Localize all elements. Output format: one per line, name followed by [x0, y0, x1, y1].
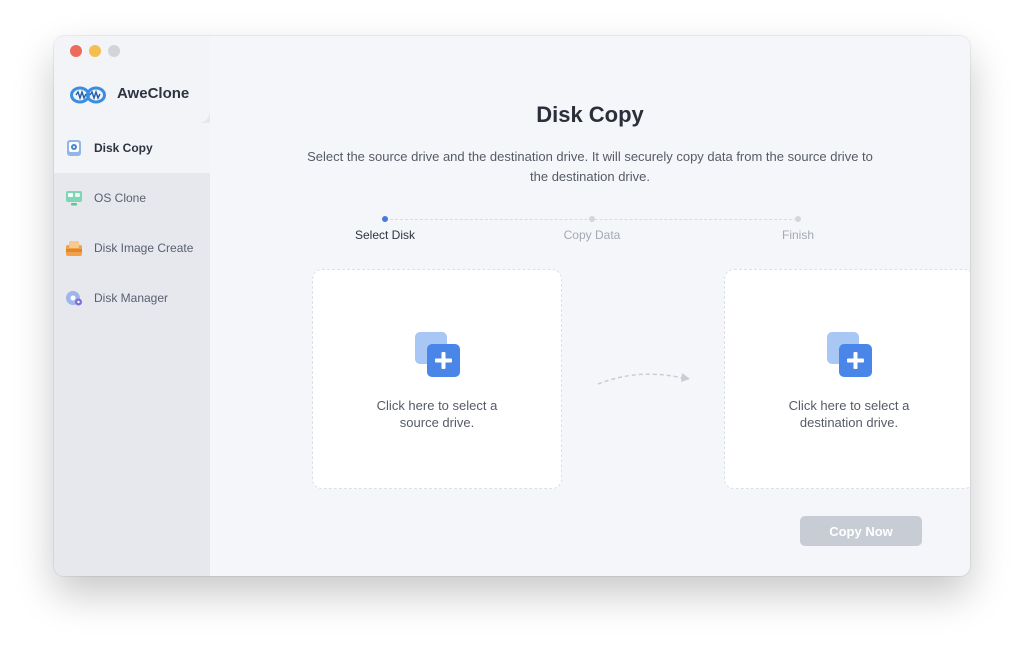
- step-dot-finish: [795, 216, 801, 222]
- os-clone-icon: [66, 191, 82, 206]
- sidebar-item-label: Disk Image Create: [94, 241, 194, 255]
- destination-drive-selector[interactable]: Click here to select a destination drive…: [724, 269, 970, 489]
- zoom-window-button[interactable]: [108, 45, 120, 57]
- disk-image-icon: [66, 241, 82, 256]
- app-name: AweClone: [117, 85, 190, 102]
- add-drive-icon: [415, 332, 460, 377]
- sidebar-item-label: Disk Manager: [94, 291, 169, 305]
- page-description: Select the source drive and the destinat…: [307, 149, 873, 184]
- close-window-button[interactable]: [70, 45, 82, 57]
- aweclone-logo-icon: [70, 86, 106, 104]
- page-title: Disk Copy: [536, 102, 644, 127]
- sidebar-item-disk-image-create[interactable]: Disk Image Create: [54, 223, 210, 273]
- sidebar-item-label: Disk Copy: [94, 141, 153, 155]
- main-content: Disk Copy Select the source drive and th…: [210, 36, 970, 576]
- copy-now-button[interactable]: Copy Now: [800, 516, 922, 546]
- progress-steps: Select Disk Copy Data Finish: [210, 214, 970, 244]
- window-controls: [70, 45, 120, 57]
- sidebar-item-disk-manager[interactable]: Disk Manager: [54, 273, 210, 323]
- step-copy-data: Copy Data: [563, 228, 621, 242]
- copy-direction-arrow-icon: [597, 373, 690, 385]
- disk-copy-icon: [67, 140, 81, 156]
- destination-drive-hint: Click here to select a destination drive…: [788, 398, 910, 430]
- source-drive-hint: Click here to select a source drive.: [376, 398, 498, 430]
- sidebar: AweClone Disk Copy OS Clone Disk Image C…: [54, 36, 210, 576]
- step-dot-copy-data: [589, 216, 595, 222]
- app-window: AweClone Disk Copy OS Clone Disk Image C…: [54, 36, 970, 576]
- source-drive-selector[interactable]: Click here to select a source drive.: [312, 269, 562, 489]
- step-dot-select-disk: [382, 216, 388, 222]
- sidebar-item-os-clone[interactable]: OS Clone: [54, 173, 210, 223]
- minimize-window-button[interactable]: [89, 45, 101, 57]
- brand-header: AweClone: [54, 36, 210, 123]
- sidebar-item-label: OS Clone: [94, 191, 147, 205]
- add-drive-icon: [827, 332, 872, 377]
- disk-manager-icon: [66, 291, 82, 306]
- step-select-disk: Select Disk: [354, 228, 416, 242]
- sidebar-item-disk-copy[interactable]: Disk Copy: [54, 123, 210, 173]
- step-finish: Finish: [781, 228, 814, 242]
